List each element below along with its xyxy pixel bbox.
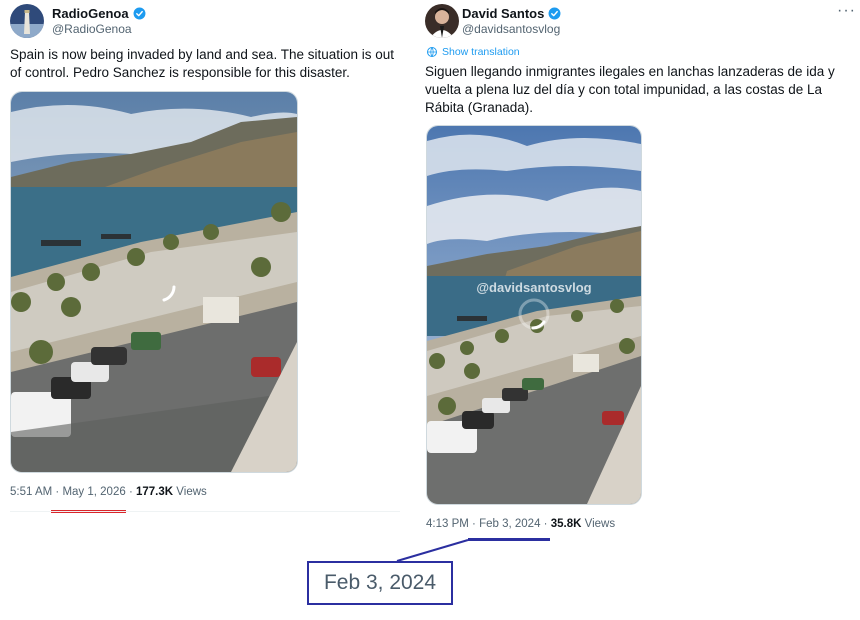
zoomed-date: Feb 3, 2024 xyxy=(323,571,437,594)
separator: · xyxy=(543,518,548,530)
author-name[interactable]: RadioGenoa xyxy=(52,6,129,21)
tweet-davidsantos: David Santos @davidsantosvlog ··· Show t… xyxy=(415,0,860,541)
author-handle[interactable]: @RadioGenoa xyxy=(52,22,132,36)
separator: · xyxy=(472,518,476,530)
zoomed-date-box: Feb 3, 2024 xyxy=(307,561,453,605)
tweet-video[interactable]: @davidsantosvlog xyxy=(426,125,642,505)
avatar[interactable] xyxy=(425,4,459,38)
tweet-time[interactable]: 5:51 AM xyxy=(10,486,52,498)
tweet-radiogenoa: RadioGenoa @RadioGenoa Spain is now bein… xyxy=(0,0,410,520)
views-label: Views xyxy=(176,486,207,498)
views-label: Views xyxy=(584,518,616,530)
tweet-time[interactable]: 4:13 PM xyxy=(426,518,469,530)
more-icon[interactable]: ··· xyxy=(837,2,856,20)
translate-label[interactable]: Show translation xyxy=(442,46,520,58)
views-count: 35.8K xyxy=(550,518,582,530)
video-watermark: @davidsantosvlog xyxy=(476,280,591,295)
verified-badge-icon xyxy=(548,7,561,20)
avatar[interactable] xyxy=(10,4,44,38)
tweet-date[interactable]: May 1, 2026 xyxy=(62,486,125,498)
date-underline xyxy=(468,538,550,541)
tweet-video[interactable] xyxy=(10,91,298,473)
views-count: 177.3K xyxy=(136,486,174,498)
tweet-date[interactable]: Feb 3, 2024 xyxy=(479,518,540,530)
separator: · xyxy=(128,486,133,498)
globe-icon xyxy=(427,47,437,57)
separator: · xyxy=(55,486,60,498)
verified-badge-icon xyxy=(133,7,146,20)
tweet-text: Spain is now being invaded by land and s… xyxy=(10,47,395,80)
tweet-metadata: 5:51 AM · May 1, 2026 · 177.3K Views xyxy=(10,486,207,498)
show-translation-link[interactable]: Show translation xyxy=(426,46,520,58)
author-name[interactable]: David Santos xyxy=(462,6,544,21)
divider xyxy=(10,511,400,512)
author-handle[interactable]: @davidsantosvlog xyxy=(462,22,560,36)
tweet-metadata: 4:13 PM · Feb 3, 2024 · 35.8K Views xyxy=(426,518,615,530)
tweet-text: Siguen llegando inmigrantes ilegales en … xyxy=(425,64,835,115)
